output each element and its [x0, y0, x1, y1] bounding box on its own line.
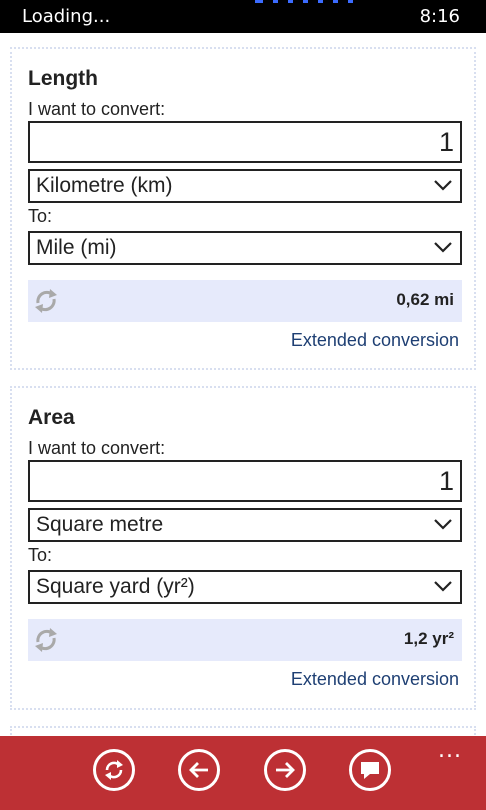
forward-button[interactable] — [264, 749, 306, 791]
amount-input[interactable]: 1 — [28, 121, 462, 163]
to-label: To: — [28, 206, 53, 226]
extended-conversion-link[interactable]: Extended conversion — [291, 669, 459, 690]
app-bar: ... — [0, 736, 486, 810]
to-unit-value: Mile (mi) — [36, 236, 117, 259]
amount-input[interactable]: 1 — [28, 460, 462, 502]
swap-refresh-icon[interactable] — [30, 285, 62, 317]
status-time: 8:16 — [419, 6, 460, 27]
area-card: Area I want to convert: 1 Square metre T… — [10, 386, 476, 710]
from-unit-select[interactable]: Square metre — [28, 508, 462, 542]
refresh-button[interactable] — [93, 749, 135, 791]
to-unit-select[interactable]: Square yard (yr²) — [28, 570, 462, 604]
back-button[interactable] — [178, 749, 220, 791]
card-title: Area — [28, 406, 75, 429]
result-value: 1,2 yr² — [403, 629, 454, 648]
chevron-down-icon — [434, 180, 452, 191]
loading-progress-dots — [255, 0, 365, 3]
from-label: I want to convert: — [28, 438, 166, 458]
comment-icon — [361, 762, 379, 779]
refresh-icon — [105, 760, 123, 780]
back-arrow-icon — [189, 762, 208, 778]
chevron-down-icon — [434, 581, 452, 592]
forward-arrow-icon — [276, 762, 295, 778]
result-row: 1,2 yr² — [28, 619, 462, 661]
to-unit-value: Square yard (yr²) — [36, 575, 195, 598]
from-unit-select[interactable]: Kilometre (km) — [28, 169, 462, 203]
to-label: To: — [28, 545, 53, 565]
from-label: I want to convert: — [28, 99, 166, 119]
status-bar: Loading... 8:16 — [0, 0, 486, 33]
to-unit-select[interactable]: Mile (mi) — [28, 231, 462, 265]
from-unit-value: Square metre — [36, 513, 164, 536]
converter-list[interactable]: Length I want to convert: 1 Kilometre (k… — [0, 33, 486, 736]
chevron-down-icon — [434, 242, 452, 253]
from-unit-value: Kilometre (km) — [36, 174, 173, 197]
more-options-button[interactable]: ... — [438, 738, 462, 763]
next-card-peek — [10, 726, 476, 736]
status-loading-text: Loading... — [22, 6, 111, 27]
chevron-down-icon — [434, 519, 452, 530]
card-title: Length — [28, 67, 98, 90]
extended-conversion-link[interactable]: Extended conversion — [291, 330, 459, 351]
comment-button[interactable] — [349, 749, 391, 791]
result-value: 0,62 mi — [396, 290, 454, 309]
swap-refresh-icon[interactable] — [30, 624, 62, 656]
length-card: Length I want to convert: 1 Kilometre (k… — [10, 47, 476, 370]
result-row: 0,62 mi — [28, 280, 462, 322]
